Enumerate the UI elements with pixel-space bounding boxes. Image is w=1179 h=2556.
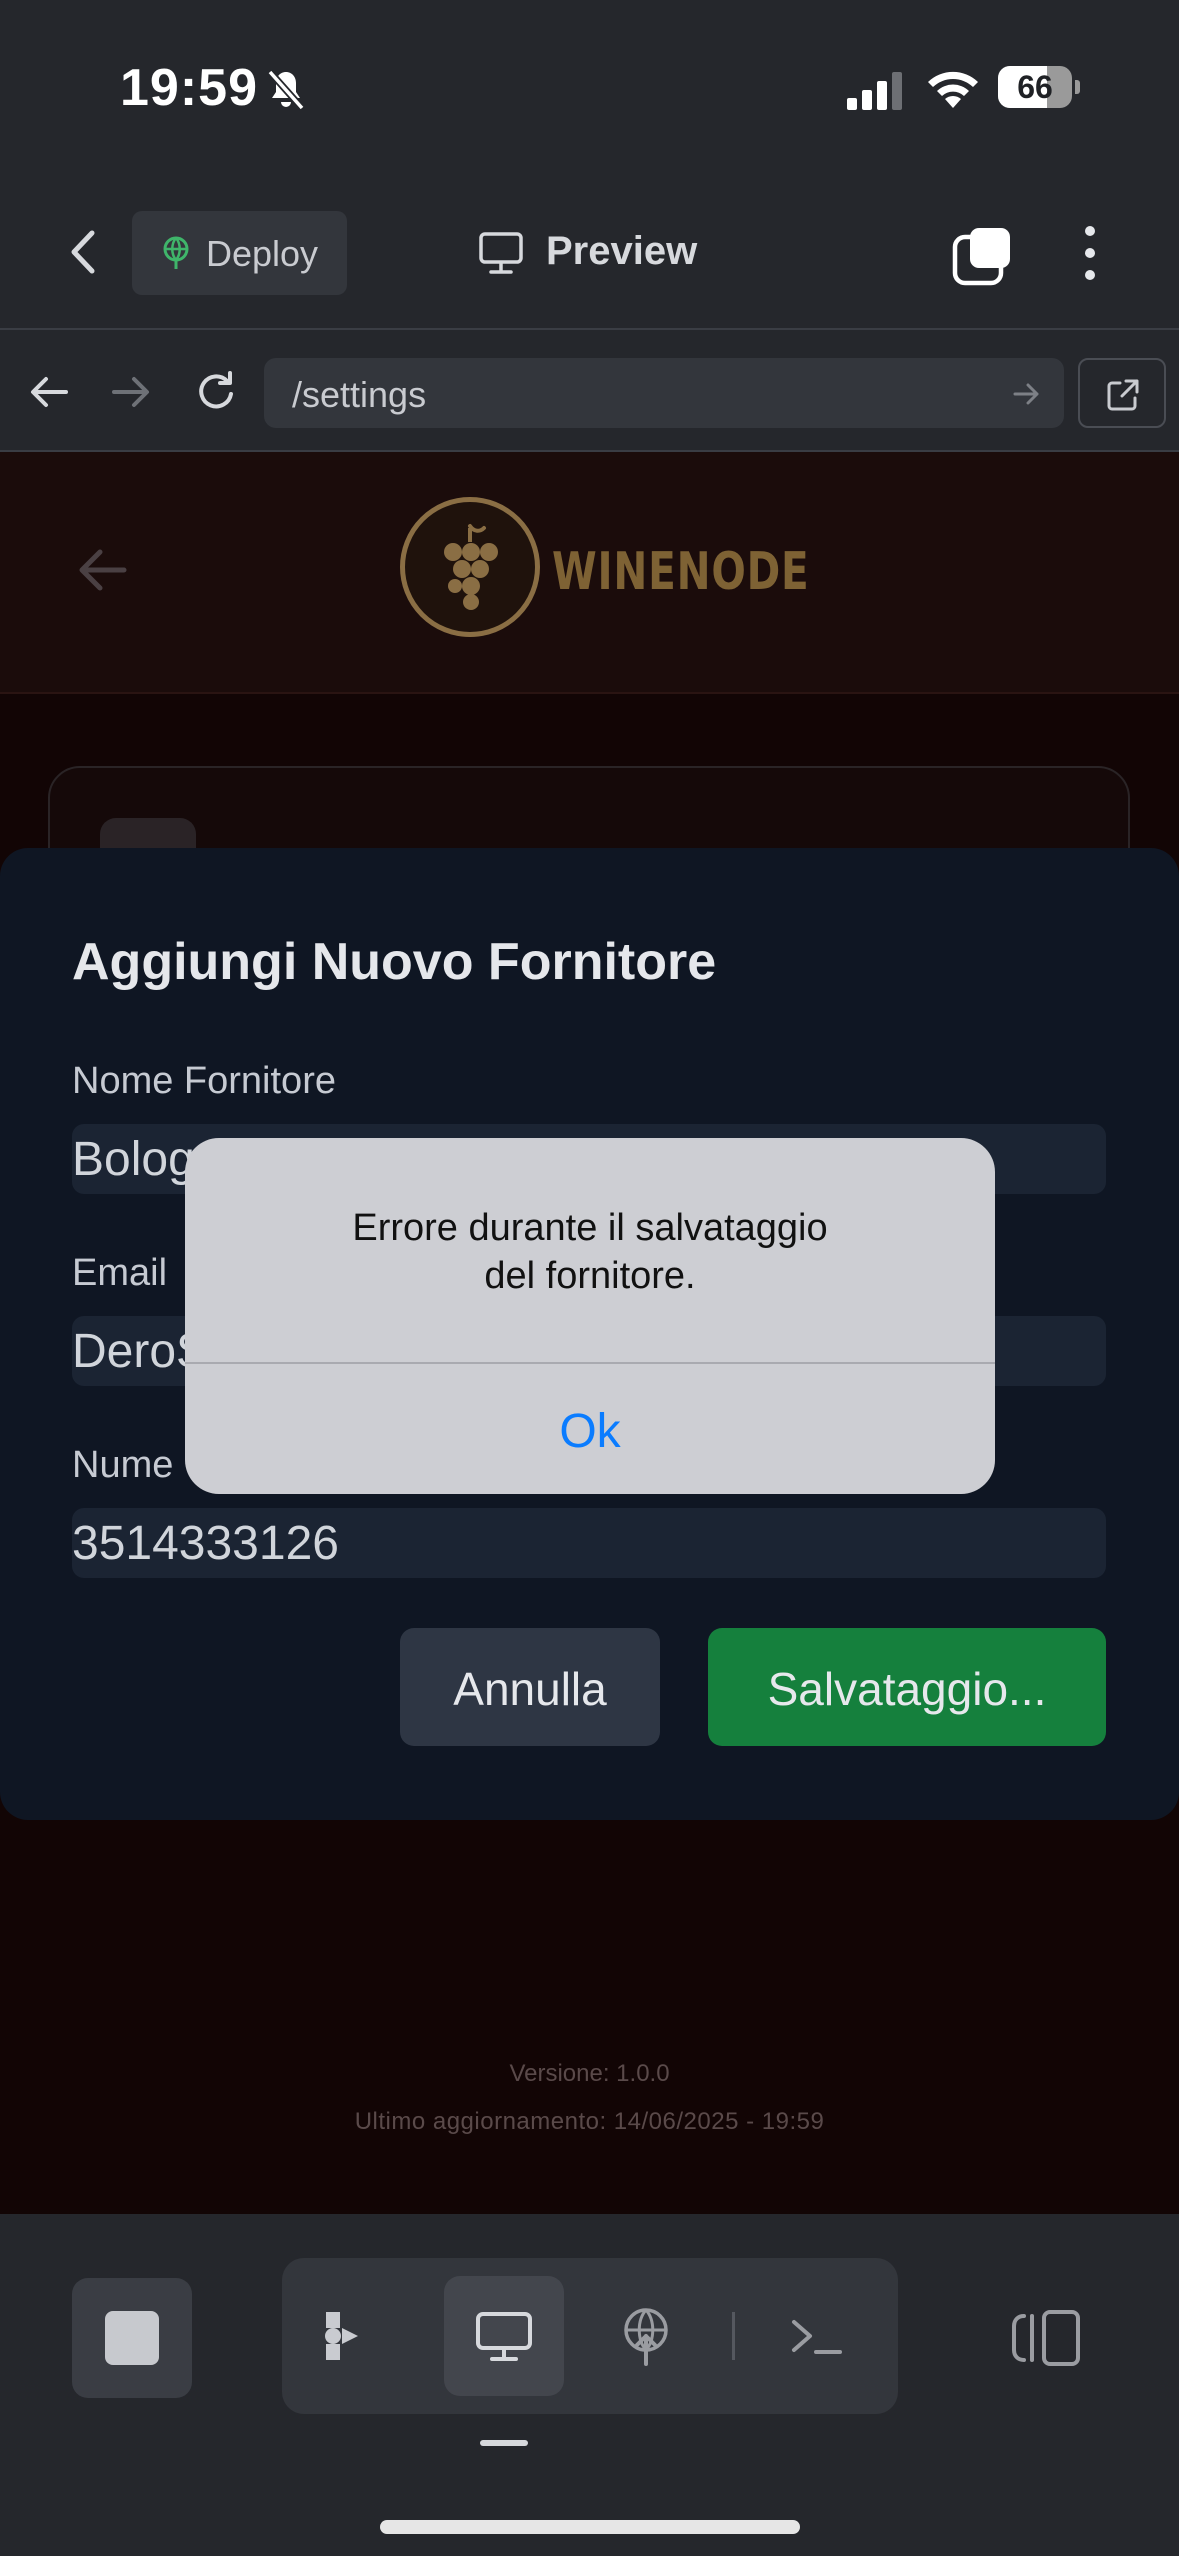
stop-icon — [105, 2311, 159, 2365]
nav-back-icon[interactable] — [26, 370, 72, 414]
home-indicator — [380, 2520, 800, 2534]
phone-label: Nume — [72, 1444, 174, 1486]
preview-tool-button[interactable] — [444, 2276, 564, 2396]
modal-title: Aggiungi Nuovo Fornitore — [72, 933, 717, 991]
external-link-icon — [1107, 379, 1139, 411]
deploy-button[interactable]: Deploy — [132, 211, 347, 295]
phone-value: 3514333126 — [72, 1517, 339, 1570]
bottom-toolbar — [0, 2214, 1179, 2556]
deploy-tool-button[interactable] — [586, 2276, 706, 2396]
cancel-button[interactable]: Annulla — [400, 1628, 660, 1746]
stop-button[interactable] — [72, 2278, 192, 2398]
tabs-switcher-icon[interactable] — [952, 225, 1014, 287]
preview-label: Preview — [546, 229, 698, 273]
url-input[interactable]: /settings — [264, 358, 1064, 428]
deploy-icon — [163, 236, 189, 269]
shell-tool-button[interactable] — [756, 2276, 876, 2396]
supplier-name-value: Bolog — [72, 1133, 195, 1186]
status-time: 19:59 — [120, 59, 258, 117]
agent-tool-button[interactable] — [282, 2276, 402, 2396]
open-external-button[interactable] — [1078, 358, 1166, 428]
tool-switcher — [282, 2258, 898, 2414]
wifi-icon — [928, 71, 978, 108]
battery-percent: 66 — [1017, 69, 1053, 105]
reload-icon[interactable] — [194, 370, 240, 414]
terminal-icon — [792, 2320, 842, 2354]
alert-message: Errore durante il salvataggio del fornit… — [245, 1204, 935, 1300]
alert-ok-label: Ok — [559, 1405, 621, 1458]
go-arrow-icon[interactable] — [1012, 380, 1042, 408]
browser-url-bar: /settings — [0, 330, 1179, 452]
split-panel-icon[interactable] — [1010, 2306, 1082, 2370]
more-options-icon[interactable] — [1070, 223, 1110, 283]
save-label: Salvataggio... — [767, 1663, 1047, 1715]
nav-forward-icon[interactable] — [108, 370, 154, 414]
cellular-signal-icon — [847, 72, 902, 110]
app-top-bar: Deploy Preview — [0, 175, 1179, 330]
app-header: WINENODE — [0, 452, 1179, 694]
alert-message-line2: del fornitore. — [484, 1255, 696, 1297]
bell-muted-icon — [267, 69, 305, 111]
url-text: /settings — [292, 374, 427, 415]
back-chevron-icon[interactable] — [60, 227, 110, 277]
last-update-text: Ultimo aggiornamento: 14/06/2025 - 19:59 — [354, 2108, 825, 2135]
save-button[interactable]: Salvataggio... — [708, 1628, 1106, 1746]
grape-logo-icon — [400, 497, 540, 637]
deploy-label: Deploy — [205, 233, 319, 274]
scroll-indicator — [480, 2440, 528, 2446]
cancel-label: Annulla — [453, 1663, 607, 1715]
toolbar-divider — [732, 2312, 735, 2360]
alert-message-line1: Errore durante il salvataggio — [352, 1207, 828, 1249]
monitor-icon — [476, 2312, 532, 2361]
brand-wordmark: WINENODE — [552, 542, 810, 602]
alert-ok-button[interactable]: Ok — [185, 1364, 995, 1494]
status-bar: 19:59 66 — [0, 0, 1179, 175]
globe-upload-icon — [624, 2308, 668, 2366]
app-back-arrow-icon[interactable] — [74, 544, 130, 596]
battery-indicator: 66 — [998, 66, 1080, 108]
supplier-name-label: Nome Fornitore — [72, 1060, 336, 1102]
phone-input[interactable]: 3514333126 — [72, 1508, 1106, 1578]
monitor-icon — [479, 232, 523, 274]
agent-icon — [325, 2312, 358, 2360]
version-text: Versione: 1.0.0 — [509, 2060, 670, 2087]
email-label: Email — [72, 1252, 168, 1294]
error-alert-dialog: Errore durante il salvataggio del fornit… — [185, 1138, 995, 1494]
